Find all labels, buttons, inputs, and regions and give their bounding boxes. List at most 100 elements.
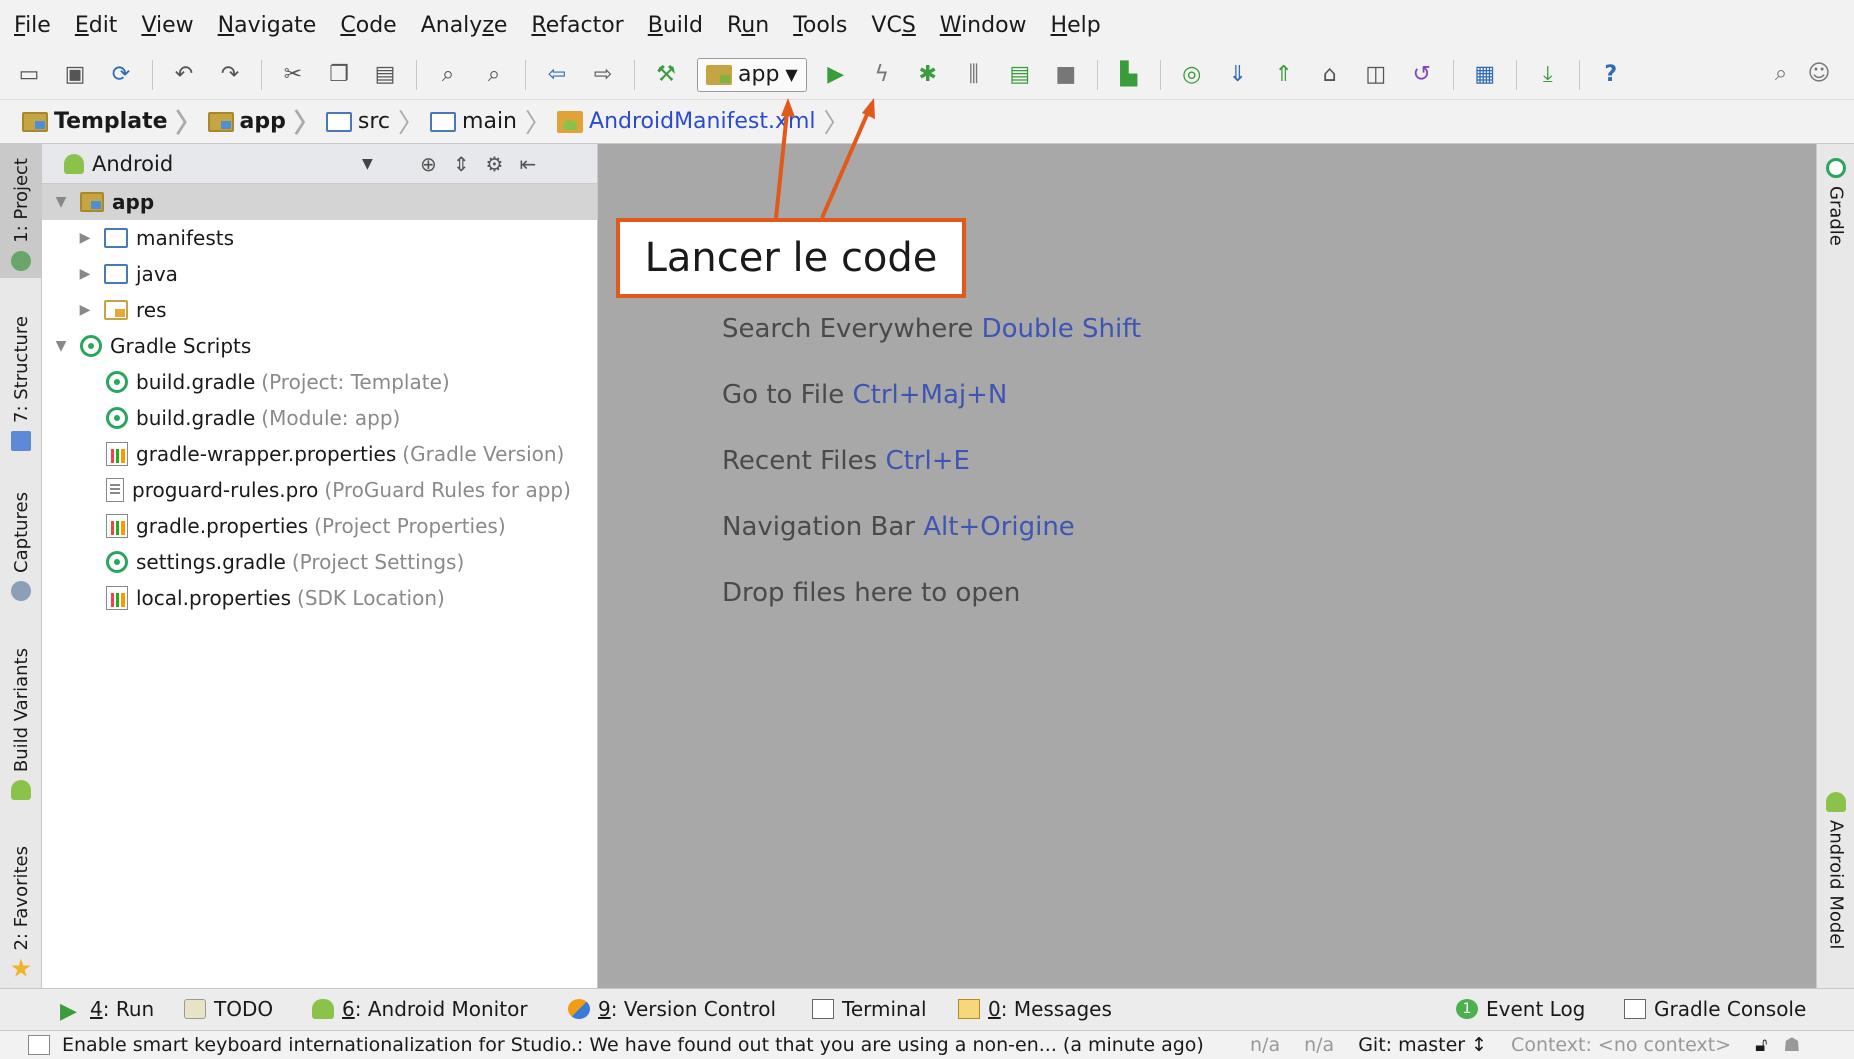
menu-item[interactable]: Window: [940, 13, 1027, 38]
replace-icon[interactable]: ⌕: [479, 60, 509, 90]
vcs-commit-icon[interactable]: ⇑: [1269, 60, 1299, 90]
hide-panel-icon[interactable]: ⇤: [519, 152, 536, 176]
find-icon[interactable]: ⌕: [433, 60, 463, 90]
make-project-icon[interactable]: ⚒: [651, 60, 681, 90]
tree-item[interactable]: ▼ Gradle Scripts: [42, 328, 597, 364]
chevron-down-icon[interactable]: ▼: [362, 156, 373, 172]
tool-tab-captures[interactable]: Captures: [0, 492, 42, 616]
expand-down-icon[interactable]: ▼: [52, 338, 70, 354]
tool-tab-run[interactable]: ▶ 4: Run: [60, 997, 154, 1024]
debug-icon[interactable]: ✱: [913, 60, 943, 90]
project-structure-icon[interactable]: ▦: [1470, 60, 1500, 90]
menu-item[interactable]: File: [14, 13, 51, 38]
revert-icon[interactable]: ↺: [1407, 60, 1437, 90]
avd-manager-icon[interactable]: ▙: [1114, 60, 1144, 90]
tool-tab-structure[interactable]: 7: Structure: [0, 316, 42, 456]
instant-run-icon[interactable]: ϟ: [867, 60, 897, 90]
menu-item[interactable]: Refactor: [531, 13, 623, 38]
tool-tab-android-model[interactable]: Android Model: [1817, 792, 1854, 949]
redo-icon[interactable]: ↷: [215, 60, 245, 90]
tool-tab-gradle[interactable]: Gradle: [1817, 158, 1854, 246]
folder-icon: [430, 111, 457, 132]
menu-item[interactable]: VCS: [871, 13, 915, 38]
menu-item[interactable]: Code: [340, 13, 396, 38]
module-icon: [706, 64, 732, 85]
compare-icon[interactable]: ◫: [1361, 60, 1391, 90]
lock-icon[interactable]: 🔓︎: [1755, 1034, 1767, 1056]
paste-icon[interactable]: ▤: [370, 60, 400, 90]
tree-item[interactable]: proguard-rules.pro (ProGuard Rules for ap…: [42, 472, 597, 508]
tool-tab-android-monitor[interactable]: 6: Android Monitor: [312, 997, 528, 1021]
history-icon[interactable]: ⌂: [1315, 60, 1345, 90]
tree-item[interactable]: gradle.properties (Project Properties): [42, 508, 597, 544]
tree-item[interactable]: local.properties (SDK Location): [42, 580, 597, 616]
tool-tab-terminal[interactable]: Terminal: [812, 997, 927, 1021]
inspector-icon[interactable]: ☗: [1783, 1034, 1800, 1056]
menu-item[interactable]: Navigate: [218, 13, 317, 38]
menu-item[interactable]: Run: [727, 13, 769, 38]
expand-down-icon[interactable]: ▼: [52, 194, 70, 210]
tree-item[interactable]: gradle-wrapper.properties (Gradle Version…: [42, 436, 597, 472]
copy-icon[interactable]: ❐: [324, 60, 354, 90]
undo-icon[interactable]: ↶: [169, 60, 199, 90]
sdk-manager-icon[interactable]: ⤓: [1533, 60, 1563, 90]
breadcrumb-item-manifest[interactable]: AndroidManifest.xml 〉: [557, 103, 850, 140]
tool-tab-favorites[interactable]: 2: Favorites: [0, 846, 42, 980]
expand-right-icon[interactable]: ▶: [76, 302, 94, 318]
open-folder-icon[interactable]: ▭: [14, 60, 44, 90]
back-icon[interactable]: ⇦: [542, 60, 572, 90]
tool-tab-version-control[interactable]: 9: Version Control: [568, 997, 776, 1021]
sync-icon[interactable]: ⟳: [106, 60, 136, 90]
expand-right-icon[interactable]: ▶: [76, 266, 94, 282]
tree-item[interactable]: ▶ manifests: [42, 220, 597, 256]
run-configuration-select[interactable]: app ▼: [697, 57, 807, 92]
gear-icon[interactable]: ⚙: [486, 152, 504, 176]
attach-debugger-icon[interactable]: ▤: [1005, 60, 1035, 90]
menu-item[interactable]: View: [141, 13, 193, 38]
menu-item[interactable]: Tools: [793, 13, 847, 38]
help-icon[interactable]: ?: [1596, 60, 1626, 90]
menu-item[interactable]: Help: [1051, 13, 1101, 38]
status-context[interactable]: Context: <no context>: [1511, 1034, 1731, 1056]
forward-icon[interactable]: ⇨: [588, 60, 618, 90]
tree-item[interactable]: ▶ java: [42, 256, 597, 292]
status-git-branch[interactable]: Git: master ↕: [1358, 1034, 1487, 1056]
tool-tab-gradle-console[interactable]: Gradle Console: [1624, 997, 1806, 1021]
breadcrumb-item-template[interactable]: Template 〉: [22, 103, 202, 140]
run-icon[interactable]: ▶: [821, 60, 851, 90]
tool-tab-todo[interactable]: TODO: [184, 997, 273, 1021]
stop-icon[interactable]: ■: [1051, 60, 1081, 90]
menu-label-part: elp: [1067, 12, 1101, 38]
tree-item[interactable]: build.gradle (Project: Template): [42, 364, 597, 400]
status-message[interactable]: Enable smart keyboard internationalizati…: [62, 1034, 1204, 1056]
menu-item[interactable]: Analyze: [421, 13, 508, 38]
tree-item[interactable]: ▶ res: [42, 292, 597, 328]
breadcrumb-item-app[interactable]: app 〉: [207, 103, 320, 140]
coverage-icon[interactable]: ⫼: [959, 60, 989, 90]
breadcrumb-item-src[interactable]: src 〉: [325, 103, 424, 140]
tree-item[interactable]: ▼ app: [42, 184, 597, 220]
vcs-update-icon[interactable]: ⇓: [1223, 60, 1253, 90]
expand-right-icon[interactable]: ▶: [76, 230, 94, 246]
sync-gradle-icon[interactable]: ◎: [1177, 60, 1207, 90]
toolbar-separator: [1578, 59, 1580, 90]
menu-item[interactable]: Edit: [75, 13, 118, 38]
breadcrumb-item-main[interactable]: main 〉: [430, 103, 551, 140]
search-icon[interactable]: ⌕: [1766, 58, 1796, 88]
cut-icon[interactable]: ✂: [278, 60, 308, 90]
tool-tab-event-log[interactable]: 1 Event Log: [1456, 997, 1585, 1021]
scroll-from-source-icon[interactable]: ⊕: [420, 152, 437, 176]
android-icon: [1826, 792, 1846, 812]
menu-item[interactable]: Build: [648, 13, 703, 38]
tool-tab-messages[interactable]: 0: Messages: [958, 997, 1112, 1021]
save-all-icon[interactable]: ▣: [60, 60, 90, 90]
tool-tab-build-variants[interactable]: Build Variants: [0, 648, 42, 804]
tree-item[interactable]: settings.gradle (Project Settings): [42, 544, 597, 580]
user-icon[interactable]: ☺: [1804, 58, 1834, 88]
status-encoding: n/a: [1304, 1034, 1335, 1056]
tool-tab-project[interactable]: 1: Project: [0, 144, 42, 278]
toggle-tool-windows-icon[interactable]: [28, 1035, 50, 1055]
tree-item[interactable]: build.gradle (Module: app): [42, 400, 597, 436]
collapse-all-icon[interactable]: ⇕: [453, 152, 470, 176]
project-view-selector[interactable]: Android ▼ ⊕ ⇕ ⚙ ⇤: [42, 144, 597, 184]
